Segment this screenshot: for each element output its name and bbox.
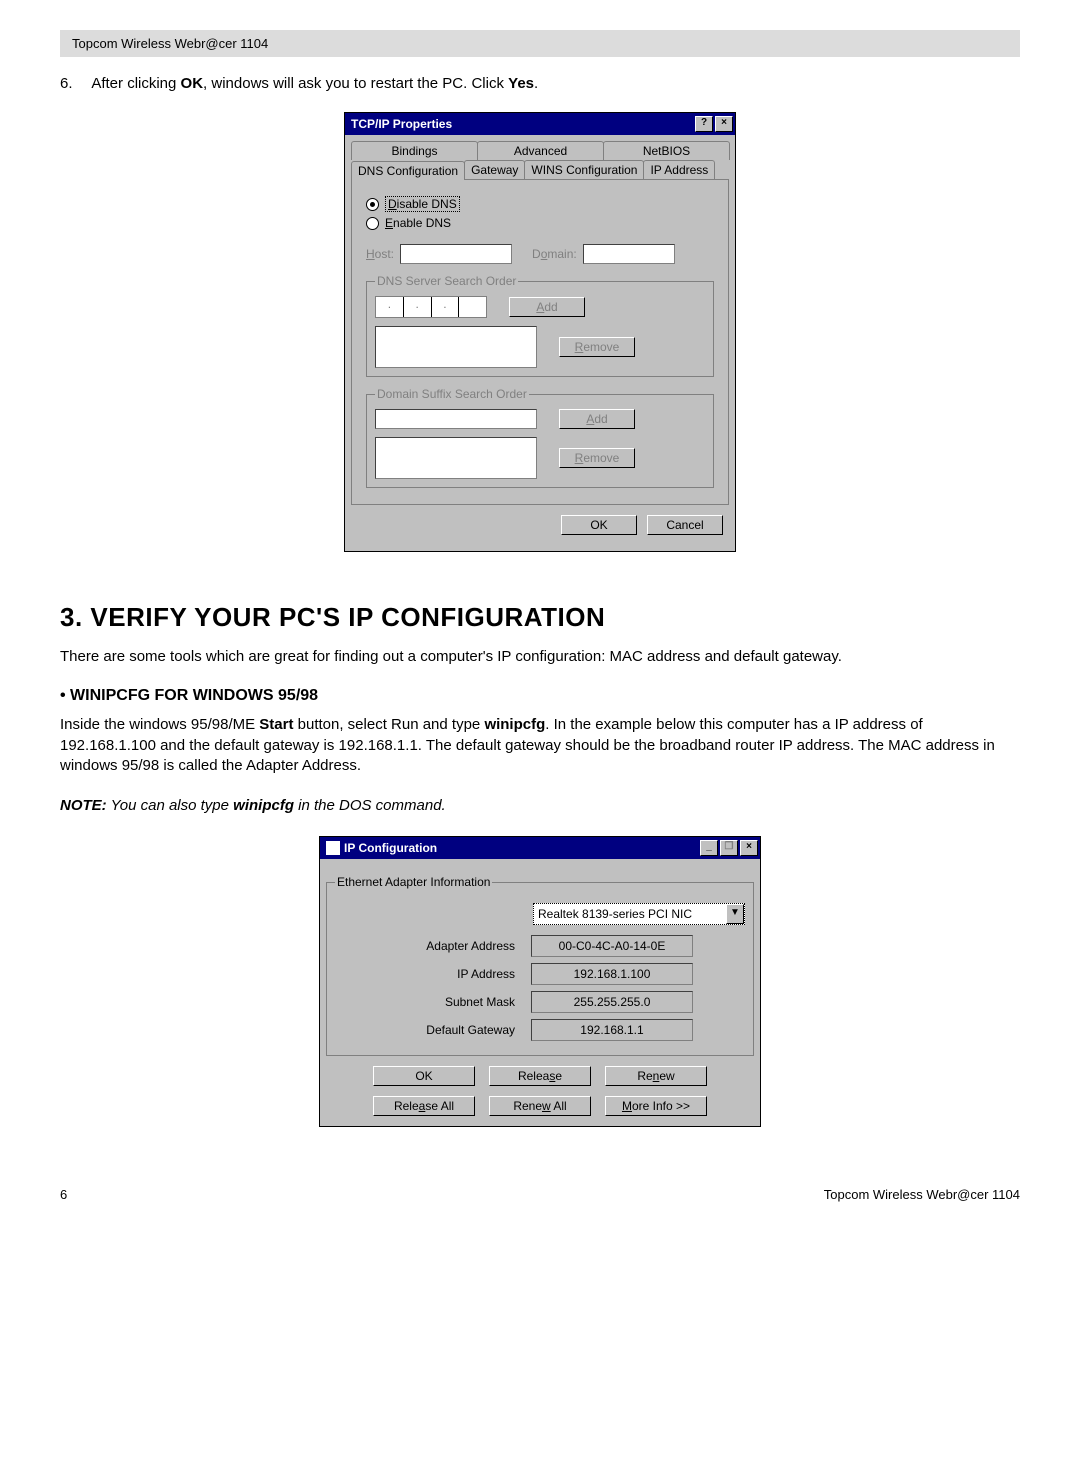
info-value: 00-C0-4C-A0-14-0E bbox=[531, 935, 693, 957]
domain-label: Domain: bbox=[532, 247, 577, 261]
renew-button[interactable]: Renew bbox=[605, 1066, 707, 1086]
tab-row-2: DNS Configuration Gateway WINS Configura… bbox=[351, 160, 729, 179]
tcpip-title: TCP/IP Properties bbox=[351, 117, 693, 131]
renew-all-button[interactable]: Renew All bbox=[489, 1096, 591, 1116]
tab-wins-configuration[interactable]: WINS Configuration bbox=[524, 160, 644, 179]
info-label: IP Address bbox=[335, 967, 531, 981]
host-label: Host: bbox=[366, 247, 394, 261]
tab-advanced[interactable]: Advanced bbox=[477, 141, 604, 160]
info-value: 192.168.1.1 bbox=[531, 1019, 693, 1041]
dns-list[interactable] bbox=[375, 326, 537, 368]
tab-gateway[interactable]: Gateway bbox=[464, 160, 525, 179]
tcpip-titlebar: TCP/IP Properties ? × bbox=[345, 113, 735, 135]
domain-input[interactable] bbox=[583, 244, 675, 264]
tcpip-properties-dialog: TCP/IP Properties ? × Bindings Advanced … bbox=[344, 112, 736, 552]
ipcfg-titlebar: IP Configuration _ ❐ × bbox=[320, 837, 760, 859]
tab-bindings[interactable]: Bindings bbox=[351, 141, 478, 160]
minimize-button[interactable]: _ bbox=[700, 840, 718, 856]
ok-button[interactable]: OK bbox=[561, 515, 637, 535]
info-row: Adapter Address00-C0-4C-A0-14-0E bbox=[335, 935, 745, 957]
release-button[interactable]: Release bbox=[489, 1066, 591, 1086]
host-input[interactable] bbox=[400, 244, 512, 264]
ipcfg-title: IP Configuration bbox=[344, 841, 698, 855]
page-footer: 6 Topcom Wireless Webr@cer 1104 bbox=[60, 1187, 1020, 1202]
page-header: Topcom Wireless Webr@cer 1104 bbox=[60, 30, 1020, 57]
page-number: 6 bbox=[60, 1187, 67, 1202]
dns-tab-pane: Disable DNS Enable DNS Host: Domain: DNS… bbox=[351, 179, 729, 505]
radio-disable-dns[interactable]: Disable DNS bbox=[366, 196, 714, 212]
more-info-button[interactable]: More Info >> bbox=[605, 1096, 707, 1116]
ip-configuration-dialog: IP Configuration _ ❐ × Ethernet Adapter … bbox=[319, 836, 761, 1127]
winipcfg-paragraph: Inside the windows 95/98/ME Start button… bbox=[60, 715, 1020, 776]
close-button[interactable]: × bbox=[715, 116, 733, 132]
tab-dns-configuration[interactable]: DNS Configuration bbox=[351, 161, 465, 180]
winipcfg-note: NOTE: You can also type winipcfg in the … bbox=[60, 796, 1020, 816]
tab-row-1: Bindings Advanced NetBIOS bbox=[351, 141, 729, 160]
suffix-list[interactable] bbox=[375, 437, 537, 479]
close-button[interactable]: × bbox=[740, 840, 758, 856]
info-label: Adapter Address bbox=[335, 939, 531, 953]
suffix-add-button[interactable]: Add bbox=[559, 409, 635, 429]
info-row: Default Gateway192.168.1.1 bbox=[335, 1019, 745, 1041]
chevron-down-icon: ▼ bbox=[726, 904, 744, 924]
dns-add-button[interactable]: Add bbox=[509, 297, 585, 317]
radio-enable-dns[interactable]: Enable DNS bbox=[366, 216, 714, 230]
section-3-heading: 3. VERIFY YOUR PC'S IP CONFIGURATION bbox=[60, 602, 1020, 633]
info-row: Subnet Mask255.255.255.0 bbox=[335, 991, 745, 1013]
cancel-button[interactable]: Cancel bbox=[647, 515, 723, 535]
suffix-order-legend: Domain Suffix Search Order bbox=[375, 387, 529, 401]
dns-order-legend: DNS Server Search Order bbox=[375, 274, 518, 288]
tab-netbios[interactable]: NetBIOS bbox=[603, 141, 730, 160]
button-row-1: OK Release Renew bbox=[326, 1066, 754, 1086]
help-button[interactable]: ? bbox=[695, 116, 713, 132]
ethernet-group-legend: Ethernet Adapter Information bbox=[335, 875, 492, 889]
info-label: Default Gateway bbox=[335, 1023, 531, 1037]
adapter-select[interactable]: Realtek 8139-series PCI NIC ▼ bbox=[533, 903, 745, 925]
restore-button: ❐ bbox=[720, 840, 738, 856]
dns-ip-input[interactable]: ... bbox=[375, 296, 487, 318]
info-value: 192.168.1.100 bbox=[531, 963, 693, 985]
radio-dot-icon bbox=[366, 198, 379, 211]
release-all-button[interactable]: Release All bbox=[373, 1096, 475, 1116]
ok-button[interactable]: OK bbox=[373, 1066, 475, 1086]
step6-instruction: 6. After clicking OK, windows will ask y… bbox=[60, 75, 1020, 92]
radio-dot-icon bbox=[366, 217, 379, 230]
step-number: 6. bbox=[60, 75, 88, 92]
info-value: 255.255.255.0 bbox=[531, 991, 693, 1013]
product-name: Topcom Wireless Webr@cer 1104 bbox=[72, 36, 268, 51]
suffix-remove-button[interactable]: Remove bbox=[559, 448, 635, 468]
tab-ip-address[interactable]: IP Address bbox=[643, 160, 715, 179]
info-label: Subnet Mask bbox=[335, 995, 531, 1009]
ethernet-adapter-group: Ethernet Adapter Information Realtek 813… bbox=[326, 875, 754, 1056]
dns-server-order-group: DNS Server Search Order ... Add Remove bbox=[366, 274, 714, 377]
button-row-2: Release All Renew All More Info >> bbox=[326, 1096, 754, 1116]
domain-suffix-order-group: Domain Suffix Search Order Add Remove bbox=[366, 387, 714, 488]
dns-remove-button[interactable]: Remove bbox=[559, 337, 635, 357]
footer-product: Topcom Wireless Webr@cer 1104 bbox=[824, 1187, 1020, 1202]
winipcfg-heading: • WINIPCFG FOR WINDOWS 95/98 bbox=[60, 687, 1020, 705]
adapter-selected-text: Realtek 8139-series PCI NIC bbox=[534, 907, 726, 921]
suffix-input[interactable] bbox=[375, 409, 537, 429]
section-3-intro: There are some tools which are great for… bbox=[60, 647, 1020, 667]
info-row: IP Address192.168.1.100 bbox=[335, 963, 745, 985]
ipcfg-app-icon bbox=[326, 841, 340, 855]
